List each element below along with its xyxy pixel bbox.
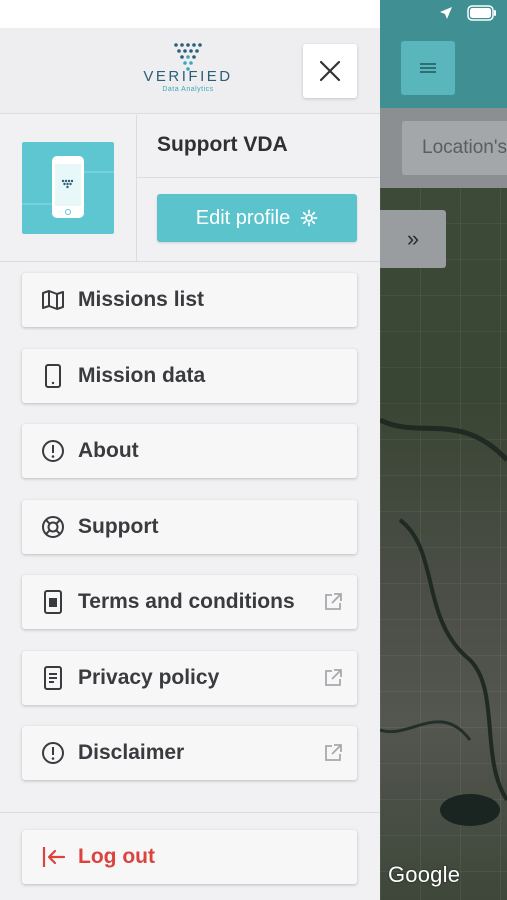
info-circle-icon	[38, 738, 68, 768]
info-circle-icon	[38, 436, 68, 466]
expand-panel-button[interactable]: »	[380, 210, 446, 268]
external-link-icon	[325, 593, 342, 610]
logout-button[interactable]: Log out	[22, 830, 357, 884]
phone-icon	[38, 361, 68, 391]
close-icon	[319, 60, 341, 82]
location-arrow-icon	[440, 7, 452, 19]
logout-label: Log out	[78, 845, 155, 868]
logout-icon	[38, 842, 68, 872]
edit-profile-label: Edit profile	[195, 206, 291, 229]
phone-logo-image	[22, 156, 114, 218]
verified-logo: VERIFIED Data Analytics	[138, 40, 238, 100]
edit-profile-button[interactable]: Edit profile	[157, 194, 357, 242]
document-icon	[38, 587, 68, 617]
external-link-icon	[325, 744, 342, 761]
battery-icon	[467, 5, 496, 21]
google-attribution: Google	[388, 862, 461, 887]
menu-item-terms[interactable]: Terms and conditions	[22, 575, 357, 629]
side-drawer: VERIFIED Data Analytics Support VDA Edit…	[0, 0, 380, 900]
hamburger-icon	[420, 63, 436, 73]
avatar	[22, 142, 114, 234]
map-river	[380, 417, 507, 826]
menu-item-disclaimer[interactable]: Disclaimer	[22, 726, 357, 780]
lifebuoy-icon	[38, 512, 68, 542]
menu-label: Missions list	[78, 288, 205, 311]
menu-label: About	[78, 439, 139, 462]
location-search-input[interactable]: Location's	[402, 121, 507, 175]
menu-item-about[interactable]: About	[22, 424, 357, 478]
menu-item-missions-list[interactable]: Missions list	[22, 273, 357, 327]
map-icon	[38, 285, 68, 315]
hamburger-menu-button[interactable]	[401, 41, 455, 95]
close-drawer-button[interactable]	[303, 44, 357, 98]
menu-label: Mission data	[78, 364, 206, 387]
drawer-status-area	[0, 0, 380, 28]
menu-item-support[interactable]: Support	[22, 500, 357, 554]
menu-label: Privacy policy	[78, 666, 220, 689]
menu-label: Terms and conditions	[78, 590, 295, 613]
logo-mark-icon	[174, 43, 202, 71]
logo-tagline: Data Analytics	[162, 86, 214, 93]
profile-name: Support VDA	[157, 133, 288, 156]
menu-item-mission-data[interactable]: Mission data	[22, 349, 357, 403]
list-document-icon	[38, 663, 68, 693]
gear-icon	[300, 209, 318, 227]
menu-label: Disclaimer	[78, 741, 185, 764]
external-link-icon	[325, 669, 342, 686]
menu-label: Support	[78, 515, 159, 538]
menu-item-privacy-policy[interactable]: Privacy policy	[22, 651, 357, 705]
